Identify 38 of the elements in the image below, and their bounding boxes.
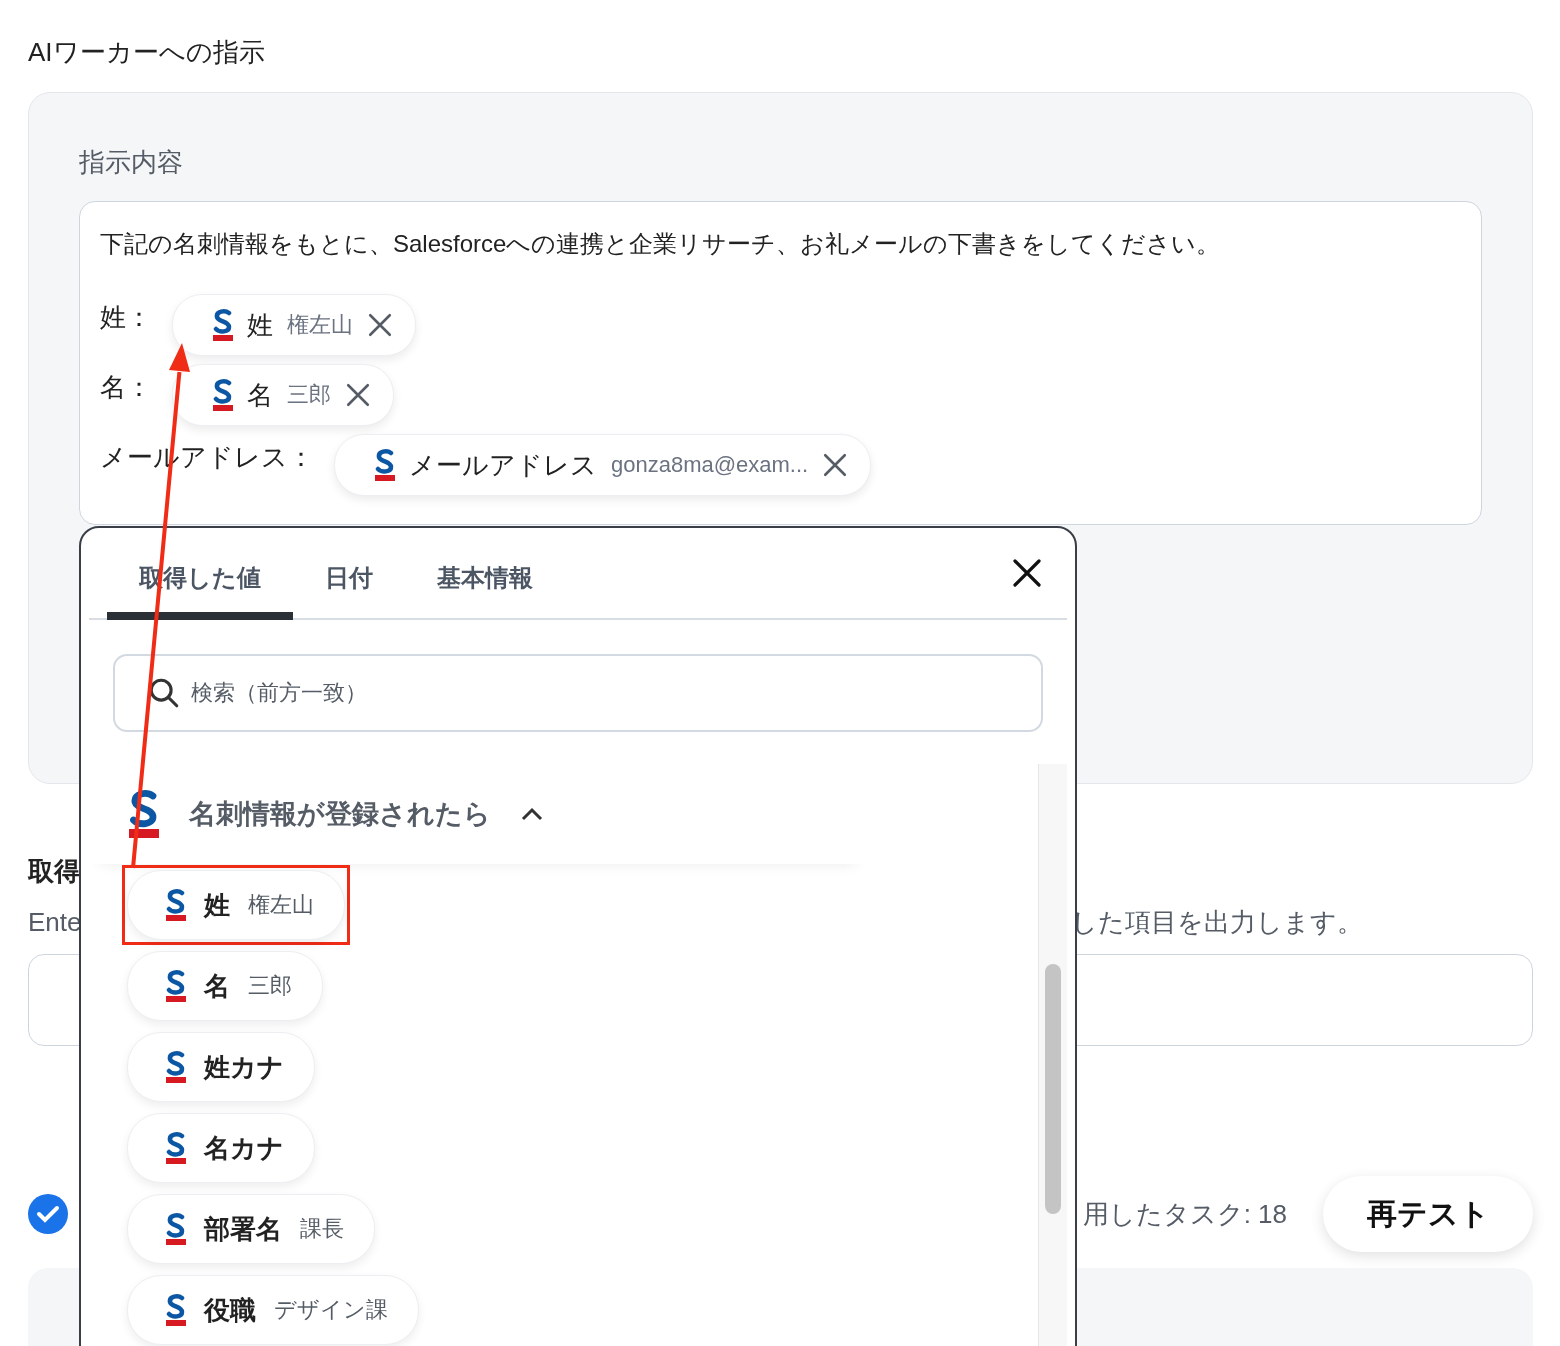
picker-tab[interactable]: 基本情報 [405,544,565,620]
picker-tab[interactable]: 日付 [293,544,405,620]
variable-chip[interactable]: メールアドレス gonza8ma@exam... [334,434,872,496]
salesforce-s-icon [166,889,186,921]
scrollbar-track[interactable] [1038,764,1067,1346]
salesforce-s-icon [375,449,395,481]
variable-chip[interactable]: 姓 権左山 [172,294,416,356]
variable-item[interactable]: 役職 デザイン課 [127,1275,419,1345]
search-field[interactable]: 検索（前方一致） [113,654,1043,732]
salesforce-s-icon [166,1294,186,1326]
salesforce-s-icon [213,379,233,411]
salesforce-s-icon [166,1051,186,1083]
salesforce-s-icon [213,309,233,341]
section-heading: 取得 [28,855,80,888]
variable-item[interactable]: 名カナ [127,1113,315,1183]
field-name: 名： [100,371,152,404]
variable-item[interactable]: 部署名 課長 [127,1194,375,1264]
salesforce-s-icon [129,790,159,838]
salesforce-s-icon [166,1213,186,1245]
task-count: 用したタスク: 18 [1082,1197,1287,1231]
retest-button[interactable]: 再テスト [1323,1176,1533,1252]
field-name: 姓： [100,301,152,334]
description-text: した項目を出力します。 [1071,905,1363,939]
scrollbar-thumb[interactable] [1045,964,1061,1214]
variable-chip[interactable]: 名 三郎 [172,364,394,426]
salesforce-s-icon [166,970,186,1002]
variable-item[interactable]: 姓 権左山 [127,870,345,940]
field-label: 指示内容 [79,146,184,179]
section-title: AIワーカーへの指示 [28,36,265,69]
variable-item[interactable]: 姓カナ [127,1032,315,1102]
remove-icon[interactable] [345,382,371,408]
variable-item[interactable]: 名 三郎 [127,951,323,1021]
description-text: Ente [28,906,82,938]
remove-icon[interactable] [822,452,849,478]
salesforce-s-icon [166,1132,186,1164]
group-header[interactable]: 名刺情報が登録されたら [89,764,869,864]
remove-icon[interactable] [367,312,393,338]
instruction-text: 下記の名刺情報をもとに、Salesforceへの連携と企業リサーチ、お礼メールの下書きをしてください。 [100,229,1222,259]
